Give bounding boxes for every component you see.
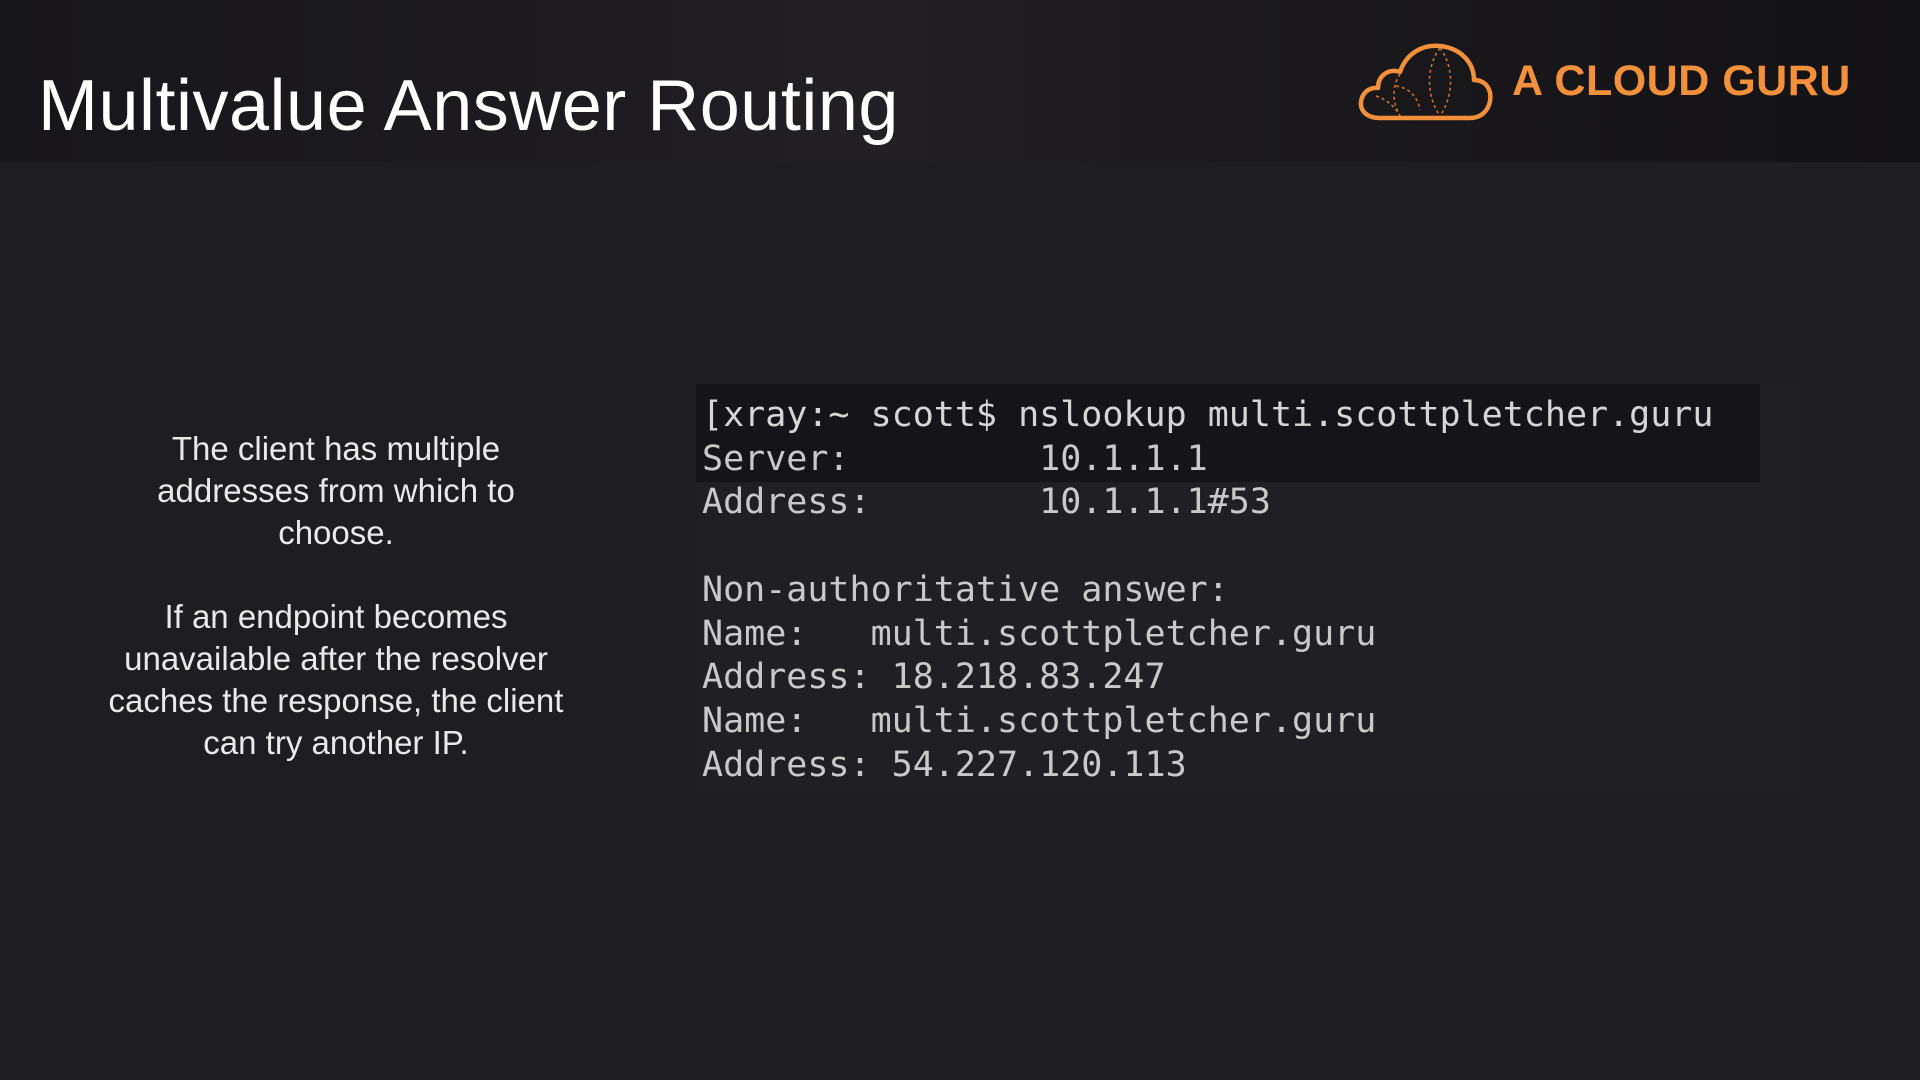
terminal-output: [xray:~ scott$ nslookup multi.scottpletc… <box>696 384 1800 787</box>
cloud-icon <box>1358 43 1493 121</box>
terminal-line: Address: 10.1.1.1#53 <box>702 482 1271 523</box>
body-text: The client has multiple addresses from w… <box>100 428 572 764</box>
terminal-line: Address: 54.227.120.113 <box>702 744 1187 785</box>
terminal-line: Non-authoritative answer: <box>702 569 1229 610</box>
terminal-line: Name: multi.scottpletcher.guru <box>702 613 1377 654</box>
terminal-line: Name: multi.scottpletcher.guru <box>702 700 1377 741</box>
body-paragraph: If an endpoint becomes unavailable after… <box>108 598 564 761</box>
terminal-line: Server: 10.1.1.1 <box>702 438 1208 479</box>
slide-title: Multivalue Answer Routing <box>38 66 899 146</box>
slide: Multivalue Answer Routing A CLOUD GURU T… <box>0 0 1920 1080</box>
body-paragraph: The client has multiple addresses from w… <box>157 430 515 551</box>
terminal-line-command: [xray:~ scott$ nslookup multi.scottpletc… <box>702 395 1714 435</box>
terminal-line: Address: 18.218.83.247 <box>702 657 1166 698</box>
brand-name: A CLOUD GURU <box>1512 57 1851 105</box>
slide-header: Multivalue Answer Routing A CLOUD GURU <box>0 0 1920 162</box>
brand-logo: A CLOUD GURU <box>1356 40 1876 124</box>
terminal-screenshot: [xray:~ scott$ nslookup multi.scottpletc… <box>696 384 1800 794</box>
